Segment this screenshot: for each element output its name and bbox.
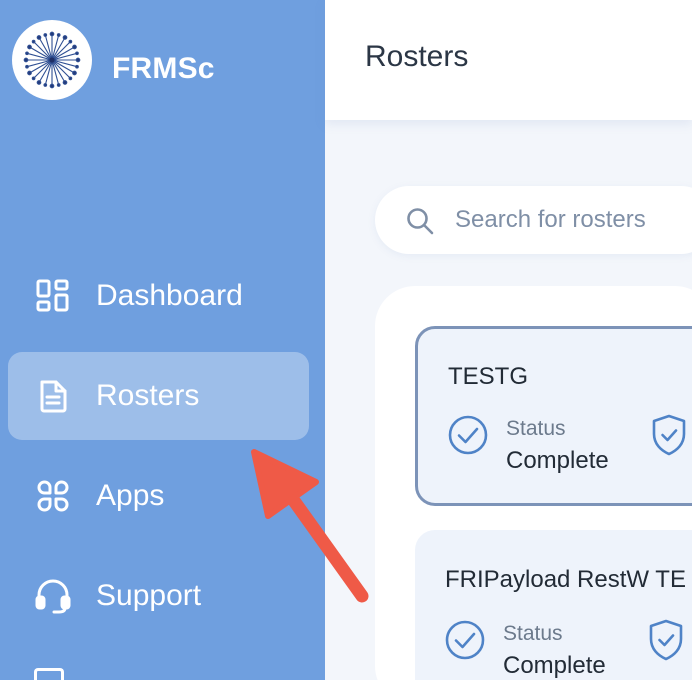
apps-icon xyxy=(34,477,72,515)
sidebar-item-support[interactable]: Support xyxy=(8,552,309,640)
status-label: Status xyxy=(503,622,563,645)
headset-icon xyxy=(34,577,72,615)
app-logo[interactable] xyxy=(12,20,92,100)
sidebar-item-label: Dashboard xyxy=(96,279,243,312)
roster-card[interactable]: TESTG Status Complete xyxy=(415,326,692,506)
page-title: Rosters xyxy=(365,40,469,73)
starburst-logo-icon xyxy=(23,31,81,89)
roster-name: FRIPayload RestW TE xyxy=(445,566,686,593)
sidebar-item-rosters[interactable]: Rosters xyxy=(8,352,309,440)
search-icon xyxy=(405,206,435,241)
sidebar-item-label: Rosters xyxy=(96,379,200,412)
sidebar-item-dashboard[interactable]: Dashboard xyxy=(8,252,309,340)
app-name: FRMSc xyxy=(112,52,215,85)
sidebar-next-item-icon xyxy=(34,668,64,680)
status-value: Complete xyxy=(503,652,606,679)
check-circle-icon xyxy=(445,620,485,665)
roster-card[interactable]: FRIPayload RestW TE Status Complete xyxy=(415,530,692,680)
search-bar[interactable] xyxy=(375,186,692,254)
status-label: Status xyxy=(506,417,566,440)
sidebar-item-label: Support xyxy=(96,579,202,612)
dashboard-grid-icon xyxy=(34,277,72,315)
shield-check-icon xyxy=(647,618,685,667)
shield-check-icon xyxy=(650,413,688,462)
document-icon xyxy=(34,377,72,415)
check-circle-icon xyxy=(448,415,488,460)
sidebar-item-label: Apps xyxy=(96,479,165,512)
sidebar: FRMSc Dashboard Rosters Apps Support xyxy=(0,0,325,680)
page-header: Rosters xyxy=(325,0,692,120)
search-input[interactable] xyxy=(455,204,692,236)
sidebar-item-apps[interactable]: Apps xyxy=(8,452,309,540)
status-value: Complete xyxy=(506,447,609,474)
roster-name: TESTG xyxy=(448,363,529,390)
